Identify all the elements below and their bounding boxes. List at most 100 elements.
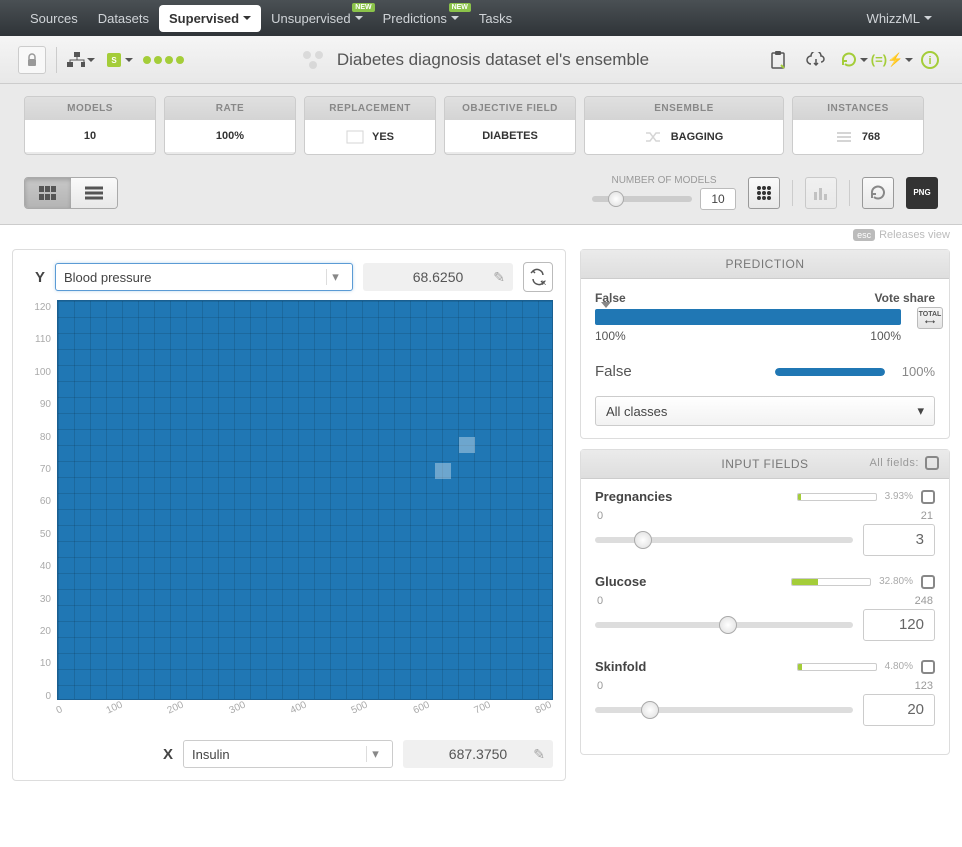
controls-row: NUMBER OF MODELS 10 PNG (0, 167, 962, 225)
histogram-button[interactable] (805, 177, 837, 209)
caret-icon (355, 16, 363, 20)
card-instances: INSTANCES 768 (792, 96, 924, 155)
privacy-lock-button[interactable] (18, 46, 46, 74)
caret-icon (905, 58, 913, 62)
grid-icon (39, 186, 57, 200)
input-field: Glucose32.80%0248120 (595, 574, 935, 641)
importance-bar (797, 663, 877, 671)
highlight-cell (435, 463, 451, 479)
nav-sources[interactable]: Sources (20, 5, 88, 32)
lightning-menu-button[interactable]: (=)⚡ (878, 46, 906, 74)
reload-button[interactable] (862, 177, 894, 209)
svg-text:i: i (928, 55, 931, 67)
x-axis-label: X (163, 746, 173, 763)
field-value-input[interactable]: 120 (863, 609, 935, 641)
nav-unsupervised[interactable]: UnsupervisedNEW (261, 5, 373, 32)
caret-icon (87, 58, 95, 62)
chart-card: Y Blood pressure▾ 68.6250✎ x 12011010090… (12, 249, 566, 781)
y-value-box[interactable]: 68.6250✎ (363, 263, 513, 291)
resource-title: Diabetes diagnosis dataset el's ensemble (337, 50, 649, 70)
input-field: Pregnancies3.93%0213 (595, 489, 935, 556)
num-models-value[interactable]: 10 (700, 188, 736, 210)
new-badge: NEW (352, 3, 374, 12)
importance-pct: 4.80% (885, 661, 913, 672)
rows-icon (836, 130, 854, 144)
pencil-icon: ✎ (493, 269, 505, 286)
field-checkbox[interactable] (921, 575, 935, 589)
workflow-icon (67, 52, 85, 68)
clipboard-icon (770, 51, 786, 69)
tree-sample-button[interactable] (748, 177, 780, 209)
class-row: False 100% (595, 363, 935, 380)
importance-bar (797, 493, 877, 501)
caret-icon (243, 16, 251, 20)
classes-dropdown[interactable]: All classes▾ (595, 396, 935, 426)
field-slider[interactable] (595, 622, 853, 628)
importance-bar (791, 578, 871, 586)
shuffle-icon (645, 130, 663, 144)
info-button[interactable]: i (916, 46, 944, 74)
nav-supervised[interactable]: Supervised (159, 5, 261, 32)
script-menu-button[interactable]: S (105, 46, 133, 74)
card-objective: OBJECTIVE FIELD DIABETES (444, 96, 576, 155)
input-field: Skinfold4.80%012320 (595, 659, 935, 726)
num-models-slider[interactable] (592, 196, 692, 202)
y-field-select[interactable]: Blood pressure▾ (55, 263, 353, 291)
y-ticks: 1201101009080706050403020100 (25, 300, 57, 720)
class-bar (775, 368, 885, 376)
input-fields-panel: INPUT FIELDS All fields: Pregnancies3.93… (580, 449, 950, 755)
caret-icon (924, 16, 932, 20)
svg-text:x: x (542, 278, 546, 286)
field-value-input[interactable]: 20 (863, 694, 935, 726)
nav-datasets[interactable]: Datasets (88, 5, 159, 32)
nav-tasks[interactable]: Tasks (469, 5, 522, 32)
ensemble-icon (299, 49, 327, 71)
matrix-icon (755, 184, 773, 202)
esc-hint: escReleases view (0, 225, 962, 249)
field-name: Pregnancies (595, 489, 672, 504)
x-field-select[interactable]: Insulin▾ (183, 740, 393, 768)
info-icon: i (921, 51, 939, 69)
marker-icon (601, 302, 611, 308)
list-icon (85, 186, 103, 200)
field-name: Skinfold (595, 659, 646, 674)
caret-icon (125, 58, 133, 62)
info-cards-row: MODELS 10 RATE 100% REPLACEMENT YES OBJE… (0, 84, 962, 167)
fields-scroll[interactable]: Pregnancies3.93%0213Glucose32.80%0248120… (581, 479, 949, 754)
vote-share-bar (595, 309, 901, 325)
field-checkbox[interactable] (921, 490, 935, 504)
card-rate: RATE 100% (164, 96, 296, 155)
export-png-button[interactable]: PNG (906, 177, 938, 209)
card-replacement: REPLACEMENT YES (304, 96, 436, 155)
new-badge: NEW (449, 3, 471, 12)
nav-whizzml[interactable]: WhizzML (857, 5, 942, 32)
prediction-panel: PREDICTION TOTAL⟷ FalseVote share 100%10… (580, 249, 950, 439)
refresh-menu-button[interactable] (840, 46, 868, 74)
caret-icon (860, 58, 868, 62)
refresh-icon (840, 52, 858, 68)
highlight-cell (459, 437, 475, 453)
y-axis-label: Y (25, 269, 45, 286)
lock-icon (26, 53, 38, 67)
swap-axes-button[interactable]: x (523, 262, 553, 292)
field-slider[interactable] (595, 537, 853, 543)
grid-view-button[interactable] (25, 178, 71, 208)
field-name: Glucose (595, 574, 646, 589)
x-value-box[interactable]: 687.3750✎ (403, 740, 553, 768)
workflow-menu-button[interactable] (67, 46, 95, 74)
cloud-down-icon (806, 52, 826, 68)
field-checkbox[interactable] (921, 660, 935, 674)
all-fields-checkbox[interactable] (925, 456, 939, 470)
card-ensemble: ENSEMBLE BAGGING (584, 96, 784, 155)
bars-icon (813, 186, 829, 200)
importance-pct: 32.80% (879, 576, 913, 587)
field-slider[interactable] (595, 707, 853, 713)
status-dots-icon (143, 56, 184, 64)
cloud-download-button[interactable] (802, 46, 830, 74)
field-value-input[interactable]: 3 (863, 524, 935, 556)
clipboard-button[interactable] (764, 46, 792, 74)
heatmap-chart[interactable]: 1201101009080706050403020100 01002003004… (25, 300, 553, 720)
list-view-button[interactable] (71, 178, 117, 208)
script-icon: S (105, 52, 123, 68)
nav-predictions[interactable]: PredictionsNEW (373, 5, 469, 32)
